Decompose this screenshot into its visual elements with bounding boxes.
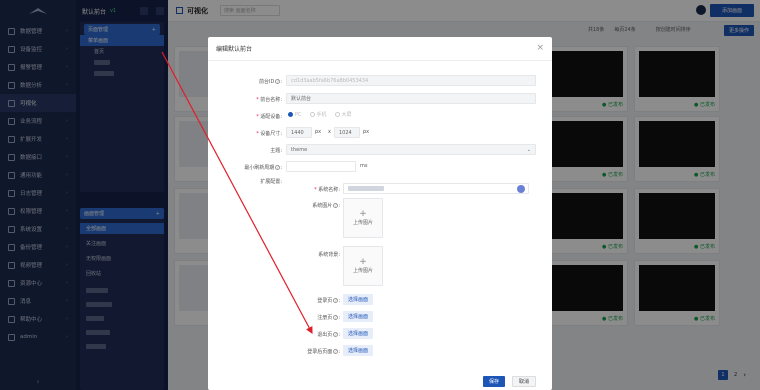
annotation-arrow (161, 51, 313, 335)
